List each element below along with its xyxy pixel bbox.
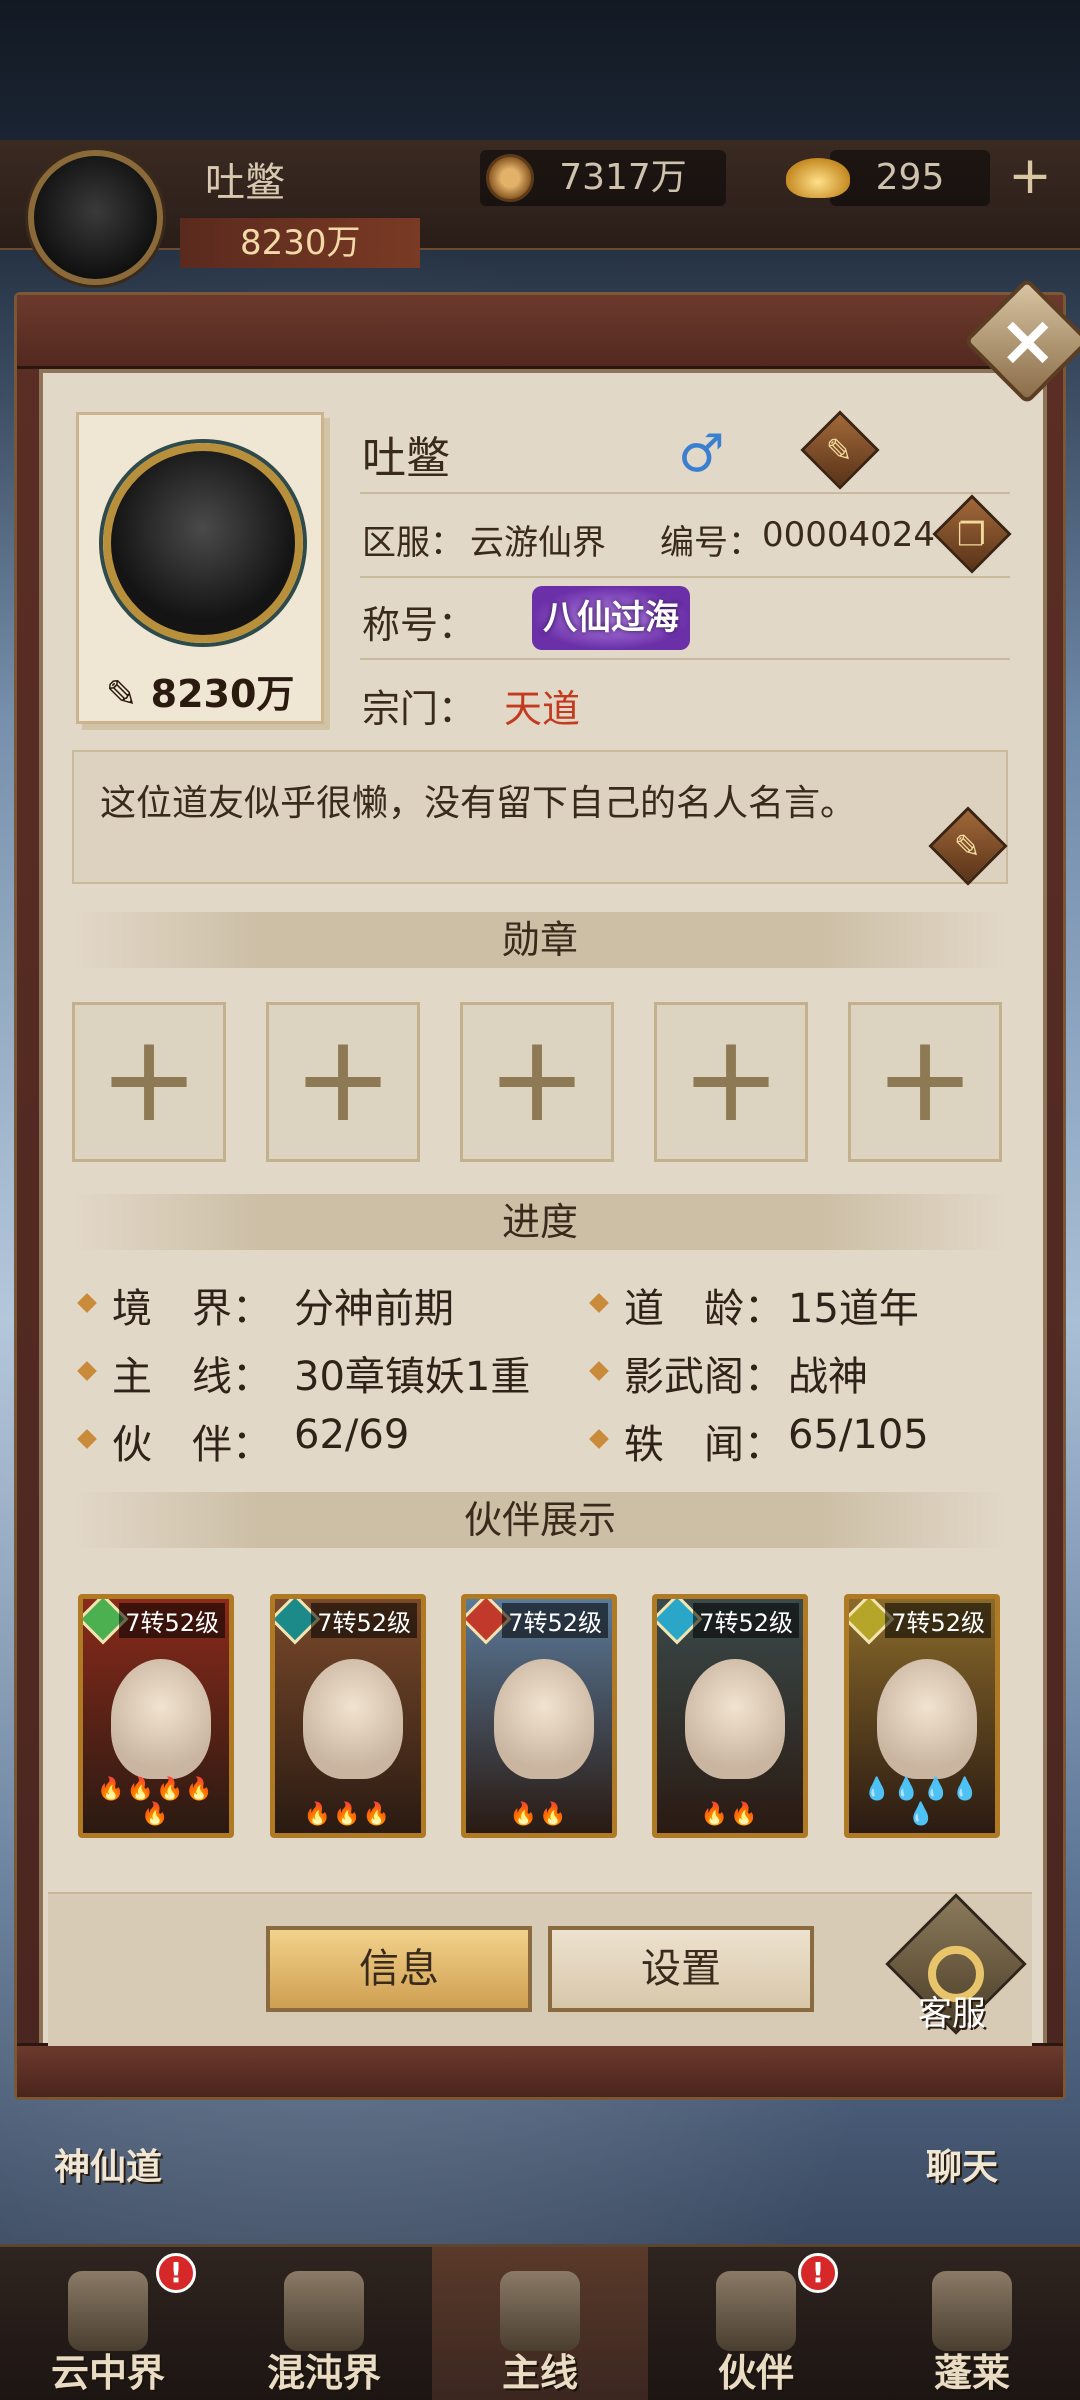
nav-penglai[interactable]: 蓬莱 <box>864 2247 1080 2400</box>
player-avatar[interactable] <box>28 150 163 285</box>
partners-section-title: 伙伴展示 <box>72 1492 1008 1548</box>
profile-photo-card: ✎ 8230万 <box>76 412 324 724</box>
ingot-counter: 295 <box>786 150 990 206</box>
sect-label: 宗门： <box>362 687 477 731</box>
partner-count-label: 伙 伴： <box>112 1422 272 1468</box>
modal-header-bar <box>17 295 1063 369</box>
bottom-navigation: ! 云中界 混沌界 主线 ! 伙伴 蓬莱 <box>0 2244 1080 2400</box>
ingot-icon <box>786 158 850 198</box>
realm-value: 分神前期 <box>294 1286 454 1332</box>
age-value: 15道年 <box>788 1286 919 1332</box>
partner-stars: 🔥🔥🔥🔥🔥 <box>97 1777 215 1827</box>
statue-icon <box>284 2271 364 2351</box>
medal-slot[interactable]: + <box>266 1002 420 1162</box>
nav-mainline[interactable]: 主线 <box>432 2247 648 2400</box>
partner-level: 7转52级 <box>119 1603 225 1638</box>
shenxiandao-label[interactable]: 神仙道 <box>54 2138 162 2190</box>
shadow-pavilion-label: 影武阁： <box>624 1354 784 1400</box>
add-medal-icon: + <box>486 1010 588 1149</box>
profile-power: ✎ 8230万 <box>105 672 295 716</box>
anecdote-value: 65/105 <box>788 1412 929 1458</box>
modal-footer-bar <box>17 2043 1063 2097</box>
medals-section-title: 勋章 <box>72 912 1008 968</box>
partner-stars: 🔥🔥 <box>700 1802 760 1827</box>
pavilion-icon <box>68 2271 148 2351</box>
alert-badge: ! <box>798 2253 838 2293</box>
motto-text: 这位道友似乎很懒，没有留下自己的名人名言。 <box>100 783 857 824</box>
partner-stars: 🔥🔥 <box>509 1802 569 1827</box>
partner-card[interactable]: 7转52级 🔥🔥🔥 <box>270 1594 426 1838</box>
partner-portrait <box>494 1659 594 1779</box>
shadow-pavilion-value: 战神 <box>788 1354 868 1400</box>
coin-icon <box>486 154 534 202</box>
brush-icon: ✎ <box>953 827 981 866</box>
partner-card[interactable]: 7转52级 🔥🔥 <box>461 1594 617 1838</box>
medal-slot[interactable]: + <box>72 1002 226 1162</box>
profile-avatar <box>103 443 303 643</box>
id-label: 编号： <box>660 523 762 563</box>
sage-icon <box>932 2271 1012 2351</box>
mainline-label: 主 线： <box>112 1354 272 1400</box>
partner-level: 7转52级 <box>885 1603 991 1638</box>
coin-counter: 7317万 <box>480 150 726 206</box>
age-label: 道 龄： <box>624 1286 784 1332</box>
add-ingot-button[interactable]: + <box>1000 150 1060 206</box>
medal-slot[interactable]: + <box>654 1002 808 1162</box>
add-medal-icon: + <box>680 1010 782 1149</box>
partner-portrait <box>685 1659 785 1779</box>
server-label: 区服： <box>362 523 464 563</box>
partner-portrait <box>877 1659 977 1779</box>
nav-hundunjie[interactable]: 混沌界 <box>216 2247 432 2400</box>
divider <box>360 576 1010 578</box>
partner-card[interactable]: 7转52级 🔥🔥🔥🔥🔥 <box>78 1594 234 1838</box>
partner-level: 7转52级 <box>693 1603 799 1638</box>
id-value: 00004024 <box>762 515 936 555</box>
brush-icon: ✎ <box>825 431 853 470</box>
server-value: 云游仙界 <box>470 523 606 563</box>
partner-card[interactable]: 7转52级 💧💧💧💧💧 <box>844 1594 1000 1838</box>
partner-level: 7转52级 <box>311 1603 417 1638</box>
medal-slot[interactable]: + <box>848 1002 1002 1162</box>
realm-label: 境 界： <box>112 1286 272 1332</box>
title-badge[interactable]: 八仙过海 <box>532 586 690 650</box>
chat-label[interactable]: 聊天 <box>926 2138 998 2190</box>
player-power: 8230万 <box>180 218 420 268</box>
copy-icon: ❐ <box>956 515 986 554</box>
sect-value[interactable]: 天道 <box>504 678 580 733</box>
partner-portrait <box>111 1659 211 1779</box>
medal-slot[interactable]: + <box>460 1002 614 1162</box>
partner-level: 7转52级 <box>502 1603 608 1638</box>
crossed-swords-icon <box>500 2271 580 2351</box>
anecdote-label: 轶 闻： <box>624 1422 784 1468</box>
mainline-value: 30章镇妖1重 <box>294 1354 531 1400</box>
male-gender-icon: ♂ <box>678 424 725 484</box>
settings-button[interactable]: 设置 <box>548 1926 814 2012</box>
alert-badge: ! <box>156 2253 196 2293</box>
partner-portrait <box>303 1659 403 1779</box>
profile-name: 吐鳖 <box>362 433 450 484</box>
modal-button-bar <box>48 1892 1032 2046</box>
title-label: 称号： <box>362 603 477 647</box>
nav-partners[interactable]: ! 伙伴 <box>648 2247 864 2400</box>
divider <box>360 492 1010 494</box>
player-name: 吐鳖 <box>205 160 285 206</box>
nav-yunzhongjie[interactable]: ! 云中界 <box>0 2247 216 2400</box>
close-icon: × <box>998 299 1058 382</box>
motto-box: 这位道友似乎很懒，没有留下自己的名人名言。 <box>72 750 1008 884</box>
add-medal-icon: + <box>874 1010 976 1149</box>
progress-section-title: 进度 <box>72 1194 1008 1250</box>
info-button[interactable]: 信息 <box>266 1926 532 2012</box>
partner-card[interactable]: 7转52级 🔥🔥 <box>652 1594 808 1838</box>
customer-service-label: 客服 <box>918 1994 986 2034</box>
add-medal-icon: + <box>292 1010 394 1149</box>
divider <box>360 658 1010 660</box>
partner-stars: 💧💧💧💧💧 <box>863 1777 981 1827</box>
partner-icon <box>716 2271 796 2351</box>
partner-count-value: 62/69 <box>294 1412 410 1458</box>
add-medal-icon: + <box>98 1010 200 1149</box>
partner-stars: 🔥🔥🔥 <box>303 1802 393 1827</box>
